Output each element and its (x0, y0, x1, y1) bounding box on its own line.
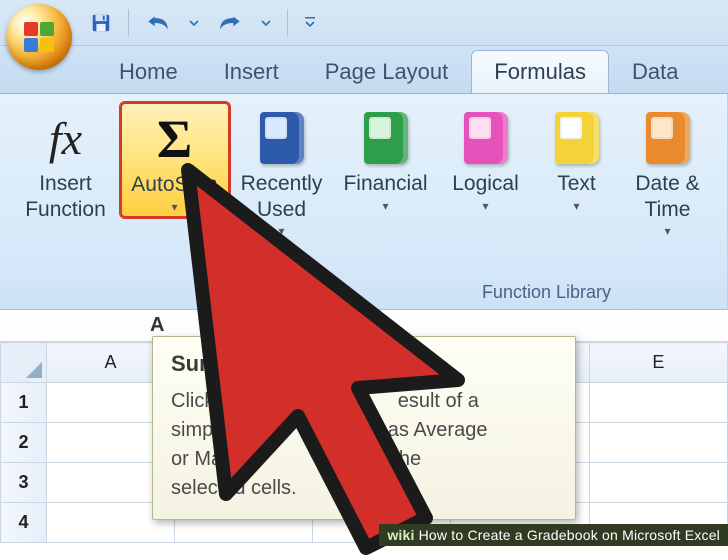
fx-icon: fx (49, 112, 82, 165)
ribbon-tabs: Home Insert Page Layout Formulas Data (0, 46, 728, 94)
book-icon: A (555, 112, 599, 164)
row-header[interactable]: 2 (1, 423, 47, 463)
row-header[interactable]: 4 (1, 503, 47, 543)
save-button[interactable] (84, 8, 118, 38)
caption-brand: wiki (387, 527, 414, 543)
ribbon: fx Insert Function Σ AutoSum ▾ ★ Recentl… (0, 94, 728, 310)
group-title: Function Library (6, 280, 721, 307)
tab-insert[interactable]: Insert (201, 50, 302, 93)
undo-icon (145, 13, 171, 33)
column-header[interactable]: E (589, 343, 727, 383)
book-icon: ? (464, 112, 508, 164)
image-caption: wiki How to Create a Gradebook on Microso… (379, 524, 728, 546)
chevron-down-icon (304, 16, 316, 30)
autosum-tooltip: Sum (Al Click he esult of a simple such … (152, 336, 576, 520)
chevron-down-icon: ▾ (278, 224, 284, 238)
recently-used-label: Recently Used (241, 171, 323, 222)
insert-function-label: Insert Function (25, 171, 106, 222)
name-box-value: A (150, 314, 164, 337)
financial-label: Financial (343, 171, 427, 197)
tab-home[interactable]: Home (96, 50, 201, 93)
text-button[interactable]: A Text ▾ (534, 102, 620, 216)
tooltip-body: Click he esult of a simple such as Avera… (171, 387, 557, 503)
logical-button[interactable]: ? Logical ▾ (438, 102, 534, 216)
chevron-down-icon (261, 18, 271, 28)
redo-dropdown[interactable] (255, 8, 277, 38)
office-button[interactable] (6, 4, 72, 70)
chevron-down-icon: ▾ (382, 199, 388, 213)
undo-dropdown[interactable] (183, 8, 205, 38)
chevron-down-icon: ▾ (664, 224, 670, 238)
row-header[interactable]: 3 (1, 463, 47, 503)
redo-icon (217, 13, 243, 33)
chevron-down-icon (189, 18, 199, 28)
tab-formulas[interactable]: Formulas (471, 50, 609, 93)
chevron-down-icon: ▾ (171, 200, 177, 214)
caption-text: How to Create a Gradebook on Microsoft E… (419, 527, 720, 543)
date-time-button[interactable]: 📅 Date & Time ▾ (620, 102, 716, 241)
quick-access-toolbar (84, 8, 322, 38)
financial-button[interactable]: $≋ Financial ▾ (334, 102, 438, 216)
save-icon (90, 12, 112, 34)
customize-qat-dropdown[interactable] (298, 8, 322, 38)
autosum-button[interactable]: Σ AutoSum ▾ (120, 102, 230, 218)
text-label: Text (557, 171, 596, 197)
book-icon: ★ (260, 112, 304, 164)
book-icon: $≋ (364, 112, 408, 164)
insert-function-button[interactable]: fx Insert Function (12, 102, 120, 225)
function-library-group: fx Insert Function Σ AutoSum ▾ ★ Recentl… (0, 94, 728, 309)
redo-button[interactable] (211, 8, 249, 38)
date-time-label: Date & Time (635, 171, 699, 222)
tab-data[interactable]: Data (609, 50, 701, 93)
tab-page-layout[interactable]: Page Layout (302, 50, 472, 93)
sigma-icon: Σ (157, 108, 192, 170)
tooltip-title: Sum (Al (171, 351, 557, 377)
undo-button[interactable] (139, 8, 177, 38)
row-header[interactable]: 1 (1, 383, 47, 423)
chevron-down-icon: ▾ (573, 199, 579, 213)
book-icon: 📅 (646, 112, 690, 164)
chevron-down-icon: ▾ (482, 199, 488, 213)
select-all-corner[interactable] (1, 343, 47, 383)
autosum-label: AutoSum (131, 172, 217, 198)
title-bar (0, 0, 728, 46)
logical-label: Logical (452, 171, 519, 197)
recently-used-button[interactable]: ★ Recently Used ▾ (230, 102, 334, 241)
